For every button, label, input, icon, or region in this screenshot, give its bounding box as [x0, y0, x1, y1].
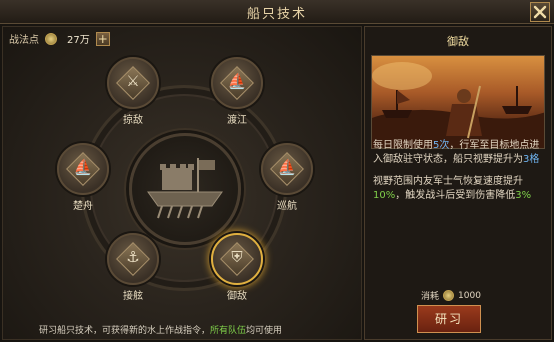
fortified-ship-icon: ⛨	[231, 248, 243, 266]
skill-label-board: 接舷	[123, 291, 143, 302]
desc2-d: 3%	[515, 190, 532, 201]
points-value: 27万	[67, 35, 90, 46]
boat-icon: ⛵	[227, 72, 247, 90]
footer-note-suffix: 均可使用	[246, 326, 283, 336]
desc1-d: 3格	[523, 154, 540, 165]
skill-node-defend[interactable]: ⛨	[211, 233, 263, 285]
skill-node-patrol[interactable]: ⛵	[261, 143, 313, 195]
window-title: 船只技术	[246, 7, 307, 22]
anchor-icon: ⚓	[126, 248, 140, 266]
skill-label-plunder: 掠敌	[123, 115, 143, 126]
skill-node-chu-boat[interactable]: ⛵	[57, 143, 109, 195]
add-points-button[interactable]: +	[95, 31, 110, 46]
skill-node-board[interactable]: ⚓	[107, 233, 159, 285]
skill-description: 每日限制使用5次，行军至目标地点进入御敌驻守状态，船只视野提升为3格 视野范围内…	[373, 139, 541, 211]
description-paragraph-2: 视野范围内友军士气恢复速度提升 10%，触发战斗后受到伤害降低3%	[373, 175, 541, 203]
battle-scene-illustration	[372, 62, 544, 148]
desc2-b: 10%	[373, 190, 396, 201]
skill-node-cross-river[interactable]: ⛵	[211, 57, 263, 109]
skill-label-patrol: 巡航	[277, 201, 297, 212]
warship-icon	[147, 158, 223, 219]
skill-detail-panel: 御敌 每日限制使用5次，行军至目标地点进入御敌驻守状态，船只视野提升为3格 视野…	[364, 26, 552, 340]
skill-node-plunder[interactable]: ⚔	[107, 57, 159, 109]
sailing-ship-icon: ⛵	[277, 158, 297, 176]
study-button[interactable]: 研习	[417, 305, 481, 333]
desc1-a: 每日限制使用	[373, 140, 433, 151]
plunder-icon: ⚔	[126, 72, 140, 90]
cost-label: 消耗	[421, 292, 440, 302]
description-paragraph-1: 每日限制使用5次，行军至目标地点进入御敌驻守状态，船只视野提升为3格	[373, 139, 541, 167]
study-cost: 消耗 1000	[421, 289, 481, 302]
skill-label-cross-river: 渡江	[227, 115, 247, 126]
desc2-c: ，触发战斗后受到伤害降低	[395, 190, 516, 201]
skill-label-defend: 御敌	[227, 291, 247, 302]
tactic-points: 战法点 27万 +	[9, 31, 110, 46]
boat-icon: ⛵	[73, 158, 93, 176]
ship-emblem	[129, 133, 241, 245]
skill-illustration	[371, 55, 545, 149]
footer-note: 研习船只技术，可获得新的水上作战指令，所有队伍均可使用	[39, 323, 282, 336]
close-button[interactable]	[530, 2, 550, 22]
desc2-a: 视野范围内友军士气恢复速度提升	[373, 176, 523, 187]
window-header: 船只技术	[0, 0, 554, 24]
ship-tech-window: 船只技术 战法点 27万 + ⚔ 掠敌 ⛵ 渡江 ⛵ 楚舟 ⛵ 巡航 ⚓ 接舷 …	[0, 0, 554, 342]
coin-icon	[45, 32, 57, 45]
skill-detail-title: 御敌	[447, 35, 469, 48]
footer-note-highlight: 所有队伍	[210, 326, 247, 336]
close-icon	[533, 5, 547, 19]
cost-value: 1000	[458, 290, 481, 301]
desc1-b: 5次	[433, 140, 450, 151]
points-label: 战法点	[9, 35, 39, 46]
coin-icon	[443, 290, 455, 301]
skill-label-chu-boat: 楚舟	[73, 201, 93, 212]
footer-note-prefix: 研习船只技术，可获得新的水上作战指令，	[39, 326, 211, 336]
skill-tree-panel: 战法点 27万 + ⚔ 掠敌 ⛵ 渡江 ⛵ 楚舟 ⛵ 巡航 ⚓ 接舷 ⛨ 御敌 …	[2, 26, 362, 340]
